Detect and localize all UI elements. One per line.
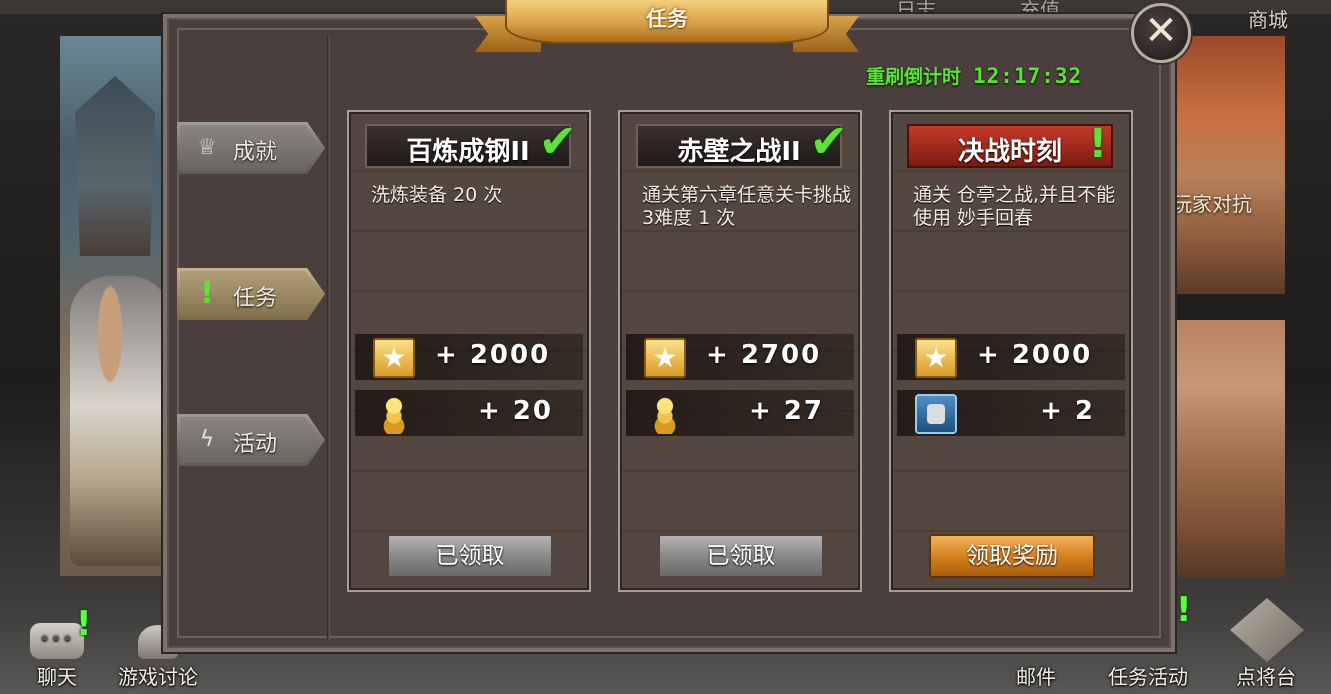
task-card-header: 决战时刻 ! [907, 124, 1113, 168]
refresh-label: 重刷倒计时 [866, 66, 962, 88]
dialog-title: 任务 [646, 7, 688, 31]
exp-reward-row: ★ + 2700 [626, 334, 854, 380]
background-tower [75, 76, 155, 256]
coins-icon [373, 394, 415, 434]
tab-tasks[interactable]: ! 任务 [177, 268, 325, 320]
mail-label: 邮件 [1016, 665, 1056, 689]
task-card: 赤壁之战II ✔ 通关第六章任意关卡挑战3难度 1 次 ★ + 2700 + 2… [618, 110, 862, 592]
forum-label: 游戏讨论 [118, 665, 198, 689]
claimed-button[interactable]: 已领取 [387, 534, 553, 578]
exp-reward-value: + 2000 [435, 340, 551, 370]
tab-achievement-label: 成就 [233, 140, 278, 165]
coin-reward-row: + 27 [626, 390, 854, 436]
exp-reward-row: ★ + 2000 [355, 334, 583, 380]
coin-reward-value: + 27 [748, 396, 824, 426]
star-icon: ★ [644, 338, 686, 378]
refresh-time: 12:17:32 [973, 64, 1083, 88]
token-icon [915, 394, 957, 434]
mail-button[interactable]: 邮件 [1016, 661, 1056, 690]
coin-reward-value: + 20 [477, 396, 553, 426]
item-reward-value: + 2 [1040, 396, 1095, 426]
task-description: 通关 仓亭之战,并且不能使用 妙手回春 [913, 184, 1116, 229]
exp-reward-row: ★ + 2000 [897, 334, 1125, 380]
check-icon: ✔ [809, 114, 848, 168]
recruit-button[interactable]: 点将台 [1236, 661, 1296, 690]
background-battle-banner[interactable] [1170, 320, 1285, 578]
background-banner-text: 玩家对抗 [1172, 192, 1252, 216]
top-link-shop[interactable]: 商城 [1248, 4, 1288, 33]
recruit-label: 点将台 [1236, 665, 1296, 689]
title-ribbon: 任务 [475, 0, 859, 60]
background-event-banner[interactable] [1170, 36, 1285, 294]
coin-reward-row: + 20 [355, 390, 583, 436]
recruit-icon [1230, 598, 1304, 662]
exp-reward-value: + 2000 [977, 340, 1093, 370]
lightning-icon: ϟ [199, 427, 215, 452]
task-activity-label: 任务活动 [1108, 665, 1188, 689]
task-description: 通关第六章任意关卡挑战3难度 1 次 [642, 184, 852, 229]
exp-reward-value: + 2700 [706, 340, 822, 370]
tab-activity[interactable]: ϟ 活动 [177, 414, 325, 466]
chat-alert-icon: ! [76, 604, 92, 644]
claimed-button[interactable]: 已领取 [658, 534, 824, 578]
crown-icon: ♕ [197, 135, 217, 160]
task-card-header: 赤壁之战II ✔ [636, 118, 848, 168]
refresh-countdown: 重刷倒计时 12:17:32 [866, 62, 1082, 89]
item-reward-row: + 2 [897, 390, 1125, 436]
coins-icon [644, 394, 686, 434]
task-card: 决战时刻 ! 通关 仓亭之战,并且不能使用 妙手回春 ★ + 2000 + 2 … [889, 110, 1133, 592]
background-warrior [70, 276, 170, 566]
tab-tasks-label: 任务 [233, 286, 278, 311]
task-title: 决战时刻 [957, 137, 1062, 167]
check-icon: ✔ [538, 114, 577, 168]
task-activity-alert-icon: ! [1176, 590, 1192, 630]
task-description: 洗炼装备 20 次 [371, 184, 503, 206]
alert-icon: ! [200, 276, 214, 311]
close-button[interactable]: ✕ [1131, 3, 1191, 63]
close-icon: ✕ [1144, 8, 1178, 54]
tab-activity-label: 活动 [233, 432, 278, 457]
star-icon: ★ [373, 338, 415, 378]
tab-rail-divider [327, 36, 330, 640]
background-hero-art [60, 36, 170, 576]
claim-reward-button[interactable]: 领取奖励 [929, 534, 1095, 578]
chat-label: 聊天 [37, 665, 77, 689]
star-icon: ★ [915, 338, 957, 378]
tab-achievement[interactable]: ♕ 成就 [177, 122, 325, 174]
task-card: 百炼成钢II ✔ 洗炼装备 20 次 ★ + 2000 + 20 已领取 [347, 110, 591, 592]
task-activity-button[interactable]: 任务活动 [1108, 661, 1188, 690]
alert-icon: ! [1088, 121, 1107, 167]
task-card-header: 百炼成钢II ✔ [365, 118, 577, 168]
